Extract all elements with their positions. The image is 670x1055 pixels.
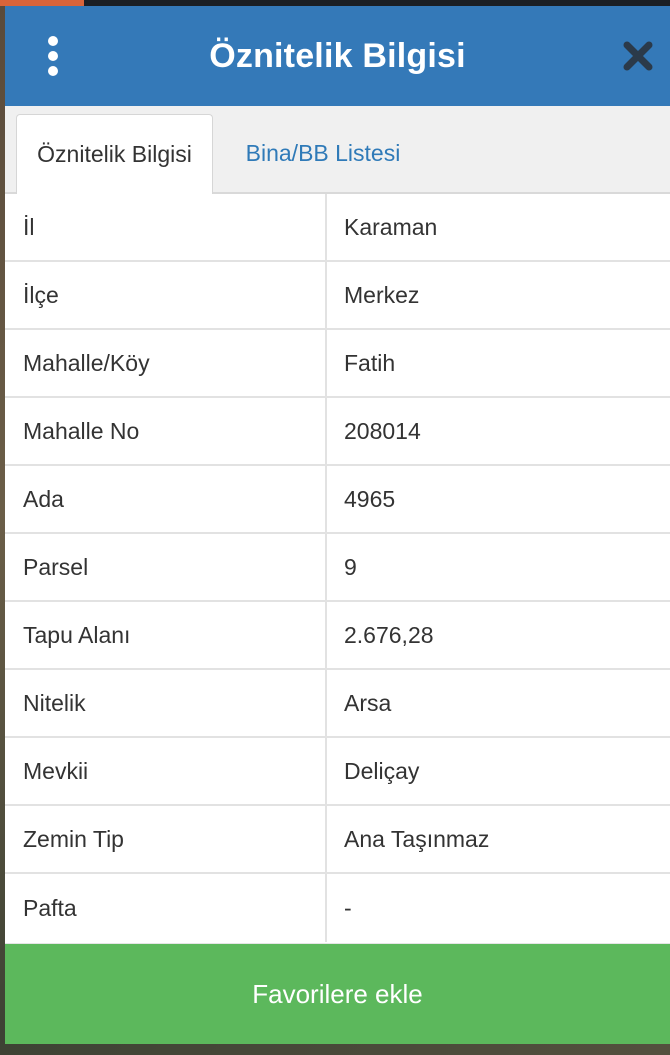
tab-bina-bb-listesi[interactable]: Bina/BB Listesi <box>223 114 423 192</box>
menu-button[interactable] <box>41 36 65 76</box>
close-icon <box>623 41 653 71</box>
vertical-dots-icon-dot <box>48 51 58 61</box>
panel-header: Öznitelik Bilgisi <box>5 6 670 106</box>
add-favorite-button[interactable]: Favorilere ekle <box>5 943 670 1044</box>
attribute-key: Zemin Tip <box>5 806 327 872</box>
attribute-value: Karaman <box>344 213 438 240</box>
table-row: Nitelik Arsa <box>5 670 670 738</box>
table-row: İlçe Merkez <box>5 262 670 330</box>
attribute-key: Nitelik <box>5 670 327 736</box>
attribute-key: İl <box>5 194 327 260</box>
attribute-value: Merkez <box>344 281 420 308</box>
attribute-panel: Öznitelik Bilgisi Öznitelik Bilgisi Bina… <box>5 6 670 1044</box>
attribute-key: Mahalle No <box>5 398 327 464</box>
attribute-key: Pafta <box>5 874 327 942</box>
attribute-value: Arsa <box>344 689 392 716</box>
table-row: Mahalle No 208014 <box>5 398 670 466</box>
attribute-value: - <box>344 894 352 921</box>
attribute-key: İlçe <box>5 262 327 328</box>
attribute-table: İl Karaman İlçe Merkez Mahalle/Köy Fatih… <box>5 194 670 942</box>
attribute-key: Tapu Alanı <box>5 602 327 668</box>
attribute-key: Parsel <box>5 534 327 600</box>
vertical-dots-icon <box>48 36 58 46</box>
attribute-key: Mahalle/Köy <box>5 330 327 396</box>
attribute-value: 208014 <box>344 417 421 444</box>
table-row: Zemin Tip Ana Taşınmaz <box>5 806 670 874</box>
page-title: Öznitelik Bilgisi <box>209 36 466 75</box>
attribute-value: Fatih <box>344 349 396 376</box>
table-row: Pafta - <box>5 874 670 942</box>
table-row: Mevkii Deliçay <box>5 738 670 806</box>
table-row: Ada 4965 <box>5 466 670 534</box>
attribute-value: 9 <box>344 553 357 580</box>
attribute-key: Ada <box>5 466 327 532</box>
vertical-dots-icon-dot <box>48 66 58 76</box>
tab-oznitelik-bilgisi[interactable]: Öznitelik Bilgisi <box>16 114 213 194</box>
tab-bar: Öznitelik Bilgisi Bina/BB Listesi <box>5 106 670 194</box>
close-button[interactable] <box>618 36 658 76</box>
table-row: Parsel 9 <box>5 534 670 602</box>
attribute-value: 2.676,28 <box>344 621 434 648</box>
attribute-value: Deliçay <box>344 757 420 784</box>
attribute-key: Mevkii <box>5 738 327 804</box>
attribute-value: Ana Taşınmaz <box>344 825 490 852</box>
table-row: Tapu Alanı 2.676,28 <box>5 602 670 670</box>
attribute-value: 4965 <box>344 485 396 512</box>
table-row: Mahalle/Köy Fatih <box>5 330 670 398</box>
table-row: İl Karaman <box>5 194 670 262</box>
